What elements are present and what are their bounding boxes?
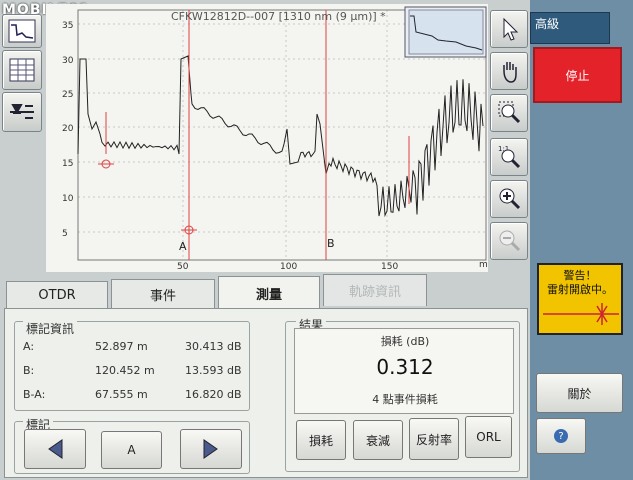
- about-button[interactable]: 關於: [536, 373, 623, 413]
- y-tick-label: 25: [62, 90, 73, 100]
- marker-row-a-value: 30.413 dB: [185, 340, 242, 353]
- marker-row-ba-value: 16.820 dB: [185, 388, 242, 401]
- help-button[interactable]: ?: [536, 418, 586, 454]
- laser-warning: 警告！ 雷射開啟中。: [537, 263, 623, 335]
- trace-title: CFKW12812D--007 [1310 nm (9 µm)] *: [171, 10, 386, 23]
- y-tick-label: 35: [62, 21, 73, 31]
- y-tick-label: 5: [62, 229, 68, 239]
- events-view-button[interactable]: [2, 92, 42, 132]
- loss-button[interactable]: 損耗: [296, 420, 346, 460]
- marker-row-ba-distance: 67.555 m: [95, 388, 148, 401]
- marker-row-a-distance: 52.897 m: [95, 340, 148, 353]
- marker-row-b-label: B:: [23, 364, 35, 377]
- measure-label: 損耗 (dB): [380, 335, 430, 348]
- pan-hand-icon: [503, 62, 517, 83]
- tab-events[interactable]: 事件: [111, 279, 215, 309]
- trace-graph-svg: 35 30 25 20 15 10 5 50 100 150 A B m CFKW12812D-…: [62, 6, 488, 272]
- marker-row-a-label: A:: [23, 340, 35, 353]
- x-tick-label: 50: [177, 262, 189, 272]
- pan-hand-button[interactable]: [490, 52, 528, 90]
- x-unit-label: m: [479, 260, 488, 270]
- marker-row-b-distance: 120.452 m: [95, 364, 155, 377]
- stop-button[interactable]: 停止: [533, 47, 622, 103]
- next-marker-button[interactable]: [180, 429, 242, 469]
- orl-button[interactable]: ORL: [465, 416, 512, 458]
- x-tick-label: 150: [381, 262, 398, 272]
- tab-trace-info: 軌跡資訊: [323, 274, 427, 306]
- table-view-button[interactable]: [2, 50, 42, 90]
- trace-graph[interactable]: 35 30 25 20 15 10 5 50 100 150 A B m CFKW12812D-…: [46, 4, 488, 272]
- marker-crosshair-a1: [98, 159, 114, 169]
- measure-method: 4 點事件損耗: [372, 393, 438, 406]
- previous-marker-button[interactable]: [24, 429, 86, 469]
- marker-row-ba-label: B-A:: [23, 388, 46, 401]
- trace-view-icon: [8, 19, 36, 43]
- y-tick-label: 30: [62, 56, 74, 66]
- zoom-area-button[interactable]: [490, 94, 528, 132]
- pointer-icon: [503, 17, 519, 41]
- marker-row-b-value: 13.593 dB: [185, 364, 242, 377]
- advanced-header-button[interactable]: 高級: [530, 12, 610, 44]
- zoom-one-to-one-button[interactable]: 1:1: [490, 138, 528, 176]
- zoom-area-icon: [498, 101, 521, 124]
- current-marker-button[interactable]: A: [101, 431, 162, 469]
- tab-measurement[interactable]: 測量: [218, 276, 320, 309]
- marker-info-title: 標記資訊: [23, 320, 78, 337]
- y-tick-label: 20: [62, 124, 74, 134]
- laser-icon: [543, 303, 619, 325]
- table-view-icon: [9, 58, 35, 82]
- zoom-out-icon: [499, 230, 521, 252]
- reflectance-button[interactable]: 反射率: [409, 418, 459, 460]
- zoom-in-icon: [499, 188, 521, 210]
- pointer-button[interactable]: [490, 10, 528, 48]
- trace-view-button[interactable]: [2, 14, 42, 48]
- otdr-screen: MOBILE01 #351328 3530252015105 50100150 …: [0, 0, 633, 480]
- y-tick-label: 15: [62, 159, 73, 169]
- events-icon: [10, 104, 34, 119]
- tab-otdr[interactable]: OTDR: [6, 281, 108, 309]
- zoom-one-to-one-icon: 1:1: [498, 145, 521, 169]
- y-tick-label: 10: [62, 194, 74, 204]
- attenuation-button[interactable]: 衰減: [353, 420, 403, 460]
- measure-value: 0.312: [376, 355, 434, 379]
- help-icon: ?: [554, 429, 568, 443]
- marker-info-panel: 標記資訊 A: 52.897 m 30.413 dB B: 120.452 m …: [14, 320, 250, 411]
- zoom-out-button[interactable]: [490, 222, 528, 260]
- x-tick-label: 100: [280, 262, 297, 272]
- arrow-left-icon: [48, 439, 63, 459]
- warning-text: 雷射開啟中。: [547, 283, 613, 296]
- marker-b-label: B: [327, 237, 335, 250]
- arrow-right-icon: [203, 439, 218, 459]
- marker-a-label: A: [179, 240, 187, 253]
- results-display: 損耗 (dB) 0.312 4 點事件損耗: [294, 328, 514, 414]
- zoom-in-button[interactable]: [490, 180, 528, 218]
- overview-thumbnail[interactable]: [404, 6, 487, 58]
